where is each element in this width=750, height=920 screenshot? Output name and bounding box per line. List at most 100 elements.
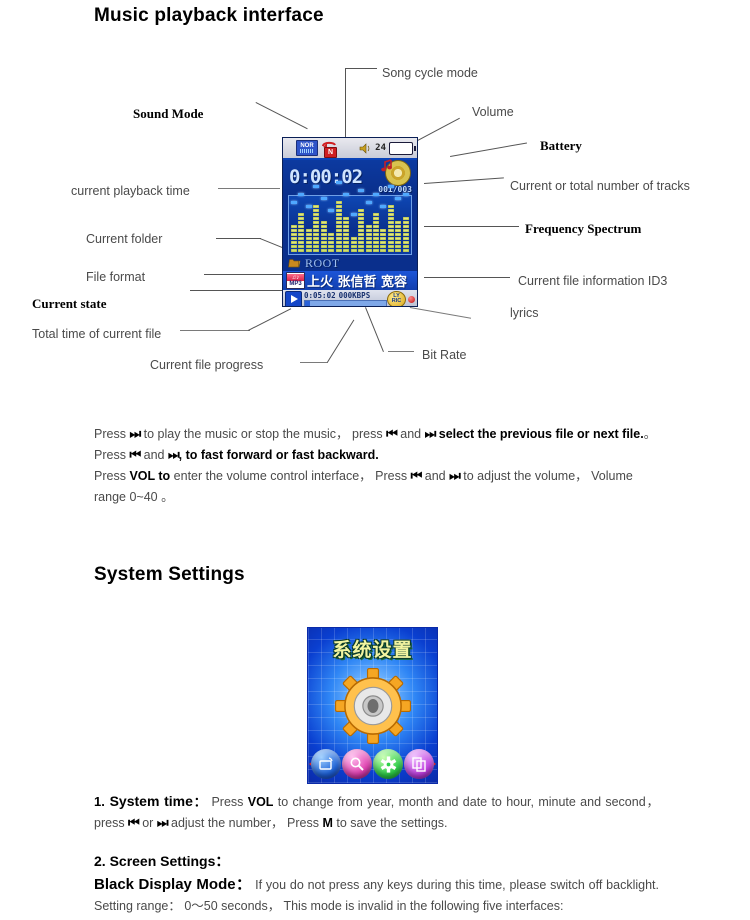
item2-title: 2. Screen Settings： (94, 853, 230, 869)
spectrum-band (320, 197, 327, 252)
search-icon[interactable] (342, 749, 372, 779)
text-volume-interface: enter the volume control interface， Pres… (170, 469, 411, 483)
device-folder-row: ROOT (283, 255, 417, 271)
leader-line-total-a (180, 330, 250, 331)
key-next-icon-3: ⏭ (449, 469, 461, 484)
spectrum-band (380, 198, 387, 252)
device-bottom-bar: 0:05:02 000KBPS LY RIC (283, 290, 417, 306)
callout-bit-rate: Bit Rate (422, 348, 467, 362)
page-title-system: System Settings (94, 564, 245, 585)
volume-value: 24 (375, 143, 386, 153)
folder-name: ROOT (305, 255, 340, 270)
callout-file-progress: Current file progress (150, 358, 264, 372)
spectrum-band (291, 198, 297, 252)
key-prev-icon-2: ⏮ (129, 448, 141, 463)
leader-line-file-format (204, 274, 282, 275)
sound-mode-icon: NOR (296, 140, 318, 156)
spectrum-peak (372, 193, 379, 196)
key-next-icon-2: ⏭ (167, 448, 180, 463)
song-cycle-mode-icon: N (322, 141, 337, 158)
paragraph-system-time: 1. System time： Press VOL to change from… (94, 791, 659, 834)
gear-icon (334, 667, 411, 745)
spectrum-band (402, 193, 409, 252)
leader-line-cycle-top (345, 68, 377, 69)
text-select-file: select the previous file or next file. (435, 427, 644, 441)
callout-current-playback-time: current playback time (71, 184, 190, 198)
copy-icon[interactable] (404, 749, 434, 779)
system-settings-icon-row (308, 747, 437, 781)
key-next-icon-1: ⏭ (424, 427, 437, 442)
spectrum-peak (380, 205, 387, 208)
total-time: 0:05:02 (304, 290, 336, 300)
text-and-3: and (421, 469, 450, 483)
play-state-icon[interactable] (285, 290, 302, 306)
lyrics-icon: LY RIC (387, 290, 406, 306)
lyric-line2: RIC (391, 298, 402, 304)
spectrum-band (335, 181, 342, 252)
id3-text: 上火 张信哲 宽容 (307, 275, 408, 290)
leader-line-progress-b (327, 319, 355, 363)
text-or: or (138, 816, 157, 830)
spectrum-peak (387, 185, 394, 188)
device-id3-row: ♫♪ MP3 上火 张信哲 宽容 (283, 271, 417, 290)
disc-icon-wrap: 001/003 (378, 159, 413, 194)
text-press-3: Press (94, 469, 130, 483)
spectrum-peak (365, 201, 372, 204)
key-prev-icon-4: ⏮ (128, 816, 140, 831)
text-save-settings: to save the settings. (332, 816, 448, 830)
gear-settings-icon[interactable] (373, 749, 403, 779)
callout-song-cycle-mode: Song cycle mode (382, 66, 478, 80)
system-settings-screen: 系统设置 (307, 627, 438, 784)
spectrum-band (343, 193, 350, 252)
spectrum-peak (335, 181, 342, 184)
leader-line-sound-mode (255, 102, 308, 130)
item3-title: Black Display Mode： (94, 876, 252, 893)
spectrum-peak (358, 189, 365, 192)
leader-line-total-b (248, 308, 292, 331)
volume-speaker-icon (359, 142, 372, 155)
callout-battery: Battery (540, 138, 582, 153)
text-play-stop: to play the music or stop the music， pre… (140, 427, 387, 441)
spectrum-band (358, 189, 365, 252)
heading-screen-settings: 2. Screen Settings： (94, 851, 659, 873)
key-next-icon-4: ⏭ (156, 816, 169, 831)
system-settings-title: 系统设置 (332, 639, 413, 661)
paragraph-black-display-mode: Black Display Mode： If you do not press … (94, 874, 659, 917)
spectrum-peak (350, 213, 357, 216)
display-icon[interactable] (311, 749, 341, 779)
callout-frequency-spectrum: Frequency Spectrum (525, 221, 642, 236)
leader-line-current-state (190, 290, 282, 291)
callout-tracks: Current or total number of tracks (510, 179, 690, 193)
device-status-bar: NOR N 24 (283, 138, 417, 160)
folder-icon (288, 259, 301, 268)
spectrum-band (365, 198, 372, 252)
cd-disc-icon (381, 159, 411, 186)
file-format-icon: ♫♪ MP3 (286, 272, 305, 289)
battery-icon (389, 141, 416, 155)
callout-current-state: Current state (32, 296, 107, 311)
file-format-label: MP3 (289, 281, 302, 287)
paragraph-volume-controls: Press VOL to enter the volume control in… (94, 466, 659, 508)
spectrum-band (298, 193, 305, 252)
mp3-player-screen: NOR N 24 0:00:02 001/003 ROOT ♫♪ MP3 上火 … (283, 138, 417, 306)
spectrum-band (313, 185, 320, 252)
spectrum-peak (328, 209, 335, 212)
spectrum-peak (291, 201, 297, 204)
item1-title: System time (104, 793, 193, 809)
spectrum-peak (298, 193, 305, 196)
spectrum-band (305, 198, 312, 252)
callout-lyrics: lyrics (510, 306, 539, 320)
spectrum-band (372, 193, 379, 252)
frequency-spectrum (288, 181, 412, 255)
key-prev-icon-1: ⏮ (386, 427, 398, 442)
spectrum-band (350, 198, 357, 252)
spectrum-peak (305, 205, 312, 208)
file-progress-bar[interactable] (304, 300, 387, 306)
spectrum-peak (402, 193, 409, 196)
leader-line-bitrate-a (388, 351, 414, 352)
music-note-icon (381, 159, 392, 172)
leader-line-lyrics (409, 307, 472, 319)
text-fast-forward: , to fast forward or fast backward. (178, 448, 379, 462)
device-time-row: 0:00:02 001/003 (283, 159, 417, 194)
text-adjust-number: adjust the number， Press (167, 816, 323, 830)
